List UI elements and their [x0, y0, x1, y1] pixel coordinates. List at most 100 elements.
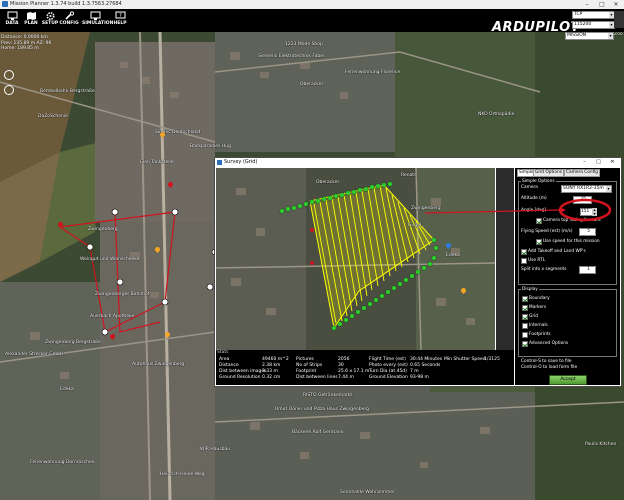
stat-label: Ground Elevation	[369, 375, 408, 380]
accept-button[interactable]: Accept	[549, 375, 587, 385]
stat-label: Dist between images	[219, 369, 267, 374]
connect-button[interactable]	[614, 11, 624, 28]
zoom-out-icon[interactable]	[4, 85, 14, 95]
close-button[interactable]: ✕	[606, 158, 619, 167]
camera-select[interactable]: SONY RX1R2-35m ▾	[561, 185, 612, 193]
markers-checkbox[interactable]	[522, 305, 528, 311]
mode-value: MISSION	[567, 33, 587, 38]
map-label: Oberacker	[300, 82, 324, 87]
survey-title: Survey (Grid)	[224, 159, 258, 165]
boundary-checkbox[interactable]	[522, 296, 528, 302]
maximize-button[interactable]: □	[595, 0, 609, 9]
map-label: Bäckerei Rolf Germann	[292, 430, 344, 435]
stat-value: 93-98 m	[410, 375, 429, 380]
monitor-icon	[90, 11, 100, 20]
stat-label: Min Shutter Speed	[444, 357, 486, 362]
altitude-label: Altitude (m)	[521, 196, 547, 201]
map-label: Girgel	[408, 223, 422, 228]
boundary-label: Boundary	[529, 296, 550, 301]
chevron-down-icon: ▾	[608, 33, 613, 39]
takeoff-land-checkbox[interactable]	[521, 249, 527, 255]
use-speed-label: Use speed for this mission	[543, 239, 600, 244]
altitude-input[interactable]: 25	[573, 196, 592, 204]
close-button[interactable]: ✕	[609, 0, 623, 9]
stat-value: 30:44 Minutes	[410, 357, 443, 362]
split-input[interactable]: 1	[579, 266, 596, 274]
svg-text:?: ?	[119, 13, 122, 19]
footprints-label: Footprints	[529, 332, 551, 337]
stat-label: Pictures	[296, 357, 314, 362]
save-hint: Control-S to save to file	[521, 359, 572, 364]
camera-top-checkbox[interactable]	[536, 218, 542, 224]
help-icon: ?	[115, 11, 125, 19]
monitor-icon	[7, 11, 17, 20]
map-icon	[26, 12, 36, 20]
grid-checkbox[interactable]	[522, 314, 528, 320]
tab-grid-options[interactable]: Grid Options	[533, 169, 564, 177]
chevron-down-icon: ▾	[606, 186, 611, 192]
stat-value: 25.6 x 17.1 m	[338, 369, 370, 374]
advanced-options-label: Advanced Options	[529, 341, 569, 346]
internals-checkbox[interactable]	[522, 323, 528, 329]
config-tab-label: CONFIG	[59, 21, 79, 26]
flying-speed-input[interactable]: 5	[579, 228, 596, 236]
map-label: Heinrich-Heine-Weg	[160, 472, 205, 477]
use-rtl-checkbox[interactable]	[521, 258, 527, 264]
map-label: WIR Hausbau	[200, 447, 231, 452]
plan-tab-label: PLAN	[24, 21, 38, 26]
map-label: Zwingenberg Bergstraße	[45, 340, 101, 345]
map-label: Ferienwohnung Florence	[345, 70, 401, 75]
map-label: Alexander Strecker GmbH	[5, 352, 64, 357]
map-label: Autohaus Zwingenberg	[132, 362, 185, 367]
port-select[interactable]: TCP ▾	[572, 11, 615, 19]
angle-label: Angle [deg]	[521, 208, 547, 213]
setup-tab-button[interactable]: SETUP	[40, 10, 60, 31]
stat-label: Footprint	[296, 369, 317, 374]
mode-select[interactable]: MISSION ▾	[565, 32, 614, 40]
map-label: Paulis Kitchen	[585, 442, 617, 447]
map-label: Edeka	[60, 387, 74, 392]
map-label: DaZoSchenie	[38, 114, 68, 119]
app-icon	[2, 1, 8, 7]
help-tab-button[interactable]: ? HELP	[110, 10, 130, 31]
simulation-tab-button[interactable]: SIMULATION	[82, 10, 113, 31]
baud-value: 115200	[574, 22, 592, 27]
stat-label: Distance	[219, 363, 239, 368]
survey-map-scrollbar[interactable]	[496, 168, 514, 350]
tab-camera-config[interactable]: Camera Config	[564, 169, 601, 177]
map-label: Ferienwohnung Dornröschen	[30, 460, 95, 465]
stat-value: 7.44 m	[338, 375, 354, 380]
stat-label: Dist between lines	[296, 375, 338, 380]
stat-value: 0.65 Seconds	[410, 363, 441, 368]
stat-value: 7 m	[410, 369, 419, 374]
advanced-options-checkbox[interactable]	[522, 341, 528, 347]
app-icon	[217, 160, 222, 165]
minimize-button[interactable]: –	[578, 158, 591, 167]
port-value: TCP	[574, 12, 583, 17]
wrench-icon	[64, 11, 74, 20]
maximize-button[interactable]: □	[592, 158, 605, 167]
load-hint: Control-O to load form file	[521, 365, 578, 370]
map-label: Zwingenberger Bahnhof	[95, 292, 150, 297]
map-label: Oberacker	[316, 180, 340, 185]
survey-map-view[interactable]: Zwingenberg Girgel Oberacker Edeka Renat…	[216, 168, 495, 350]
map-label: RISTO Getränkemarkt	[303, 393, 353, 398]
use-speed-checkbox[interactable]	[536, 239, 542, 245]
data-tab-button[interactable]: DATA	[2, 10, 22, 31]
camera-label: Camera	[521, 185, 538, 190]
setup-tab-label: SETUP	[41, 21, 59, 26]
survey-stats-panel: Stats Area 49460 m^2 Distance 2.38 km Di…	[216, 350, 514, 385]
footprints-checkbox[interactable]	[522, 332, 528, 338]
gear-icon	[45, 11, 55, 21]
stats-title: Stats	[217, 350, 229, 355]
config-tab-button[interactable]: CONFIG	[59, 10, 79, 31]
plan-tab-button[interactable]: PLAN	[21, 10, 41, 31]
survey-options-panel: Simple Grid Options Camera Config Simple…	[515, 168, 620, 385]
zoom-in-icon[interactable]	[4, 70, 14, 80]
minimize-button[interactable]: –	[580, 0, 594, 9]
stat-value: 30	[338, 363, 344, 368]
map-label: Sonnhalde Wohnzimmer	[340, 490, 395, 495]
distance-hud: Distance: 0.0000 km Prev: 135.89 m AZ: 9…	[1, 35, 51, 52]
baud-select[interactable]: 115200 ▾	[572, 21, 615, 29]
angle-stepper[interactable]: ▴ ▾	[592, 208, 597, 216]
